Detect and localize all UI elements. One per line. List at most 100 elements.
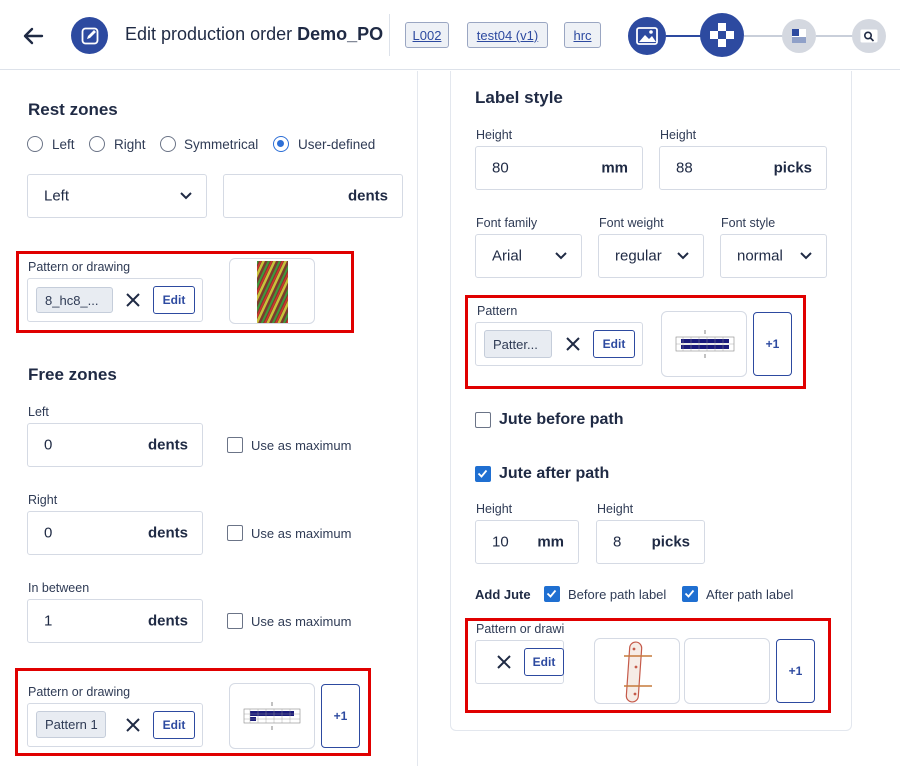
jute-pattern-thumbnail-empty[interactable]: [684, 638, 770, 704]
free-between-label: In between: [28, 581, 90, 595]
jute-height-mm-value: 10: [492, 533, 509, 551]
radio-user-defined[interactable]: [273, 136, 289, 152]
label-pattern-tag[interactable]: Patter...: [484, 330, 552, 358]
rest-pattern-label: Pattern or drawing: [28, 260, 131, 274]
label-pattern-thumbnail[interactable]: [661, 311, 747, 377]
free-right-max-checkbox[interactable]: [227, 525, 243, 541]
label-height-picks-input[interactable]: 88 picks: [659, 146, 827, 190]
radio-symmetrical[interactable]: [160, 136, 176, 152]
rest-zones-title: Rest zones: [28, 100, 118, 119]
label-height-mm-value: 80: [492, 159, 509, 177]
free-right-label: Right: [28, 493, 58, 507]
font-family-label: Font family: [476, 216, 538, 230]
page-title: Edit production order Demo_PO: [125, 24, 383, 45]
jute-after-label: Jute after path: [499, 465, 610, 482]
rest-pattern-tag[interactable]: 8_hc8_...: [36, 287, 113, 313]
font-weight-value: regular: [615, 247, 662, 265]
font-family-select[interactable]: Arial: [475, 234, 582, 278]
step-connector: [816, 35, 856, 37]
free-left-max-label: Use as maximum: [251, 438, 352, 453]
free-left-label: Left: [28, 405, 49, 419]
jute-height-picks-input[interactable]: 8 picks: [596, 520, 705, 564]
close-icon[interactable]: [496, 654, 512, 670]
label-height-mm-unit: mm: [601, 159, 628, 177]
edit-pencil-icon: [71, 17, 108, 54]
article-chip[interactable]: test04 (v1): [467, 22, 548, 48]
free-pattern-more-button[interactable]: +1: [321, 684, 360, 748]
jute-height-mm-input[interactable]: 10 mm: [475, 520, 579, 564]
radio-left-label: Left: [52, 137, 75, 152]
radio-user-defined-label: User-defined: [298, 137, 376, 152]
jute-pattern-label: Pattern or drawi: [476, 622, 564, 636]
layout-step-icon[interactable]: [782, 19, 816, 53]
jute-pattern-more-button[interactable]: +1: [776, 639, 815, 703]
chevron-down-icon: [800, 252, 812, 260]
rest-pattern-edit-button[interactable]: Edit: [153, 286, 195, 314]
label-pattern-label: Pattern: [477, 304, 518, 318]
before-path-label-text: Before path label: [568, 587, 667, 602]
label-height-mm-input[interactable]: 80 mm: [475, 146, 643, 190]
jute-pattern-thumbnail[interactable]: [594, 638, 680, 704]
free-between-max-label: Use as maximum: [251, 614, 352, 629]
checkmark-icon: [684, 589, 695, 598]
label-height-picks-unit: picks: [773, 159, 812, 177]
radio-right[interactable]: [89, 136, 105, 152]
close-icon[interactable]: [565, 336, 581, 352]
title-prefix: Edit production order: [125, 24, 298, 44]
machine-chip[interactable]: L002: [405, 22, 449, 48]
free-pattern-tag[interactable]: Pattern 1: [36, 711, 106, 738]
jute-height2-label: Height: [597, 502, 634, 516]
font-family-value: Arial: [492, 247, 523, 265]
free-right-input[interactable]: 0 dents: [27, 511, 203, 555]
close-icon[interactable]: [125, 717, 141, 733]
image-step-icon[interactable]: [628, 17, 666, 55]
free-pattern-thumbnail[interactable]: [229, 683, 315, 749]
jute-height-picks-unit: picks: [651, 533, 690, 551]
rest-pattern-thumbnail[interactable]: [229, 258, 315, 324]
rest-dents-input[interactable]: dents: [223, 174, 403, 218]
chevron-down-icon: [180, 192, 192, 200]
chevron-down-icon: [677, 252, 689, 260]
back-arrow-icon[interactable]: [20, 22, 48, 50]
checkmark-icon: [546, 589, 557, 598]
label-height2-label: Height: [660, 128, 697, 142]
free-left-value: 0: [44, 436, 53, 454]
free-pattern-edit-button[interactable]: Edit: [153, 711, 195, 739]
font-weight-label: Font weight: [599, 216, 664, 230]
font-weight-select[interactable]: regular: [598, 234, 704, 278]
free-left-unit: dents: [147, 436, 188, 454]
free-right-value: 0: [44, 524, 53, 542]
label-height-picks-value: 88: [676, 159, 693, 177]
radio-left[interactable]: [27, 136, 43, 152]
jute-height-picks-value: 8: [613, 533, 622, 551]
free-between-value: 1: [44, 612, 53, 630]
label-pattern-edit-button[interactable]: Edit: [593, 330, 635, 358]
close-icon[interactable]: [125, 292, 141, 308]
after-path-label-checkbox[interactable]: [682, 586, 698, 602]
step-connector: [666, 35, 702, 37]
jute-before-checkbox[interactable]: [475, 412, 491, 428]
font-style-select[interactable]: normal: [720, 234, 827, 278]
free-between-input[interactable]: 1 dents: [27, 599, 203, 643]
free-between-unit: dents: [147, 612, 188, 630]
label-style-title: Label style: [475, 88, 563, 107]
variant-chip[interactable]: hrc: [564, 22, 601, 48]
before-path-label-checkbox[interactable]: [544, 586, 560, 602]
free-between-max-checkbox[interactable]: [227, 613, 243, 629]
jute-after-checkbox[interactable]: [475, 466, 491, 482]
chevron-down-icon: [555, 252, 567, 260]
jute-before-label: Jute before path: [499, 411, 624, 428]
pattern-step-icon[interactable]: [700, 13, 744, 57]
search-step-icon[interactable]: [852, 19, 886, 53]
rest-side-select[interactable]: Left: [27, 174, 207, 218]
rest-dents-unit: dents: [347, 187, 388, 205]
label-pattern-more-button[interactable]: +1: [753, 312, 792, 376]
title-order-name: Demo_PO: [297, 24, 384, 44]
free-right-unit: dents: [147, 524, 188, 542]
radio-right-label: Right: [114, 137, 146, 152]
step-connector: [744, 35, 784, 37]
header-divider: [389, 14, 390, 56]
jute-pattern-edit-button[interactable]: Edit: [524, 648, 564, 676]
free-left-input[interactable]: 0 dents: [27, 423, 203, 467]
free-left-max-checkbox[interactable]: [227, 437, 243, 453]
